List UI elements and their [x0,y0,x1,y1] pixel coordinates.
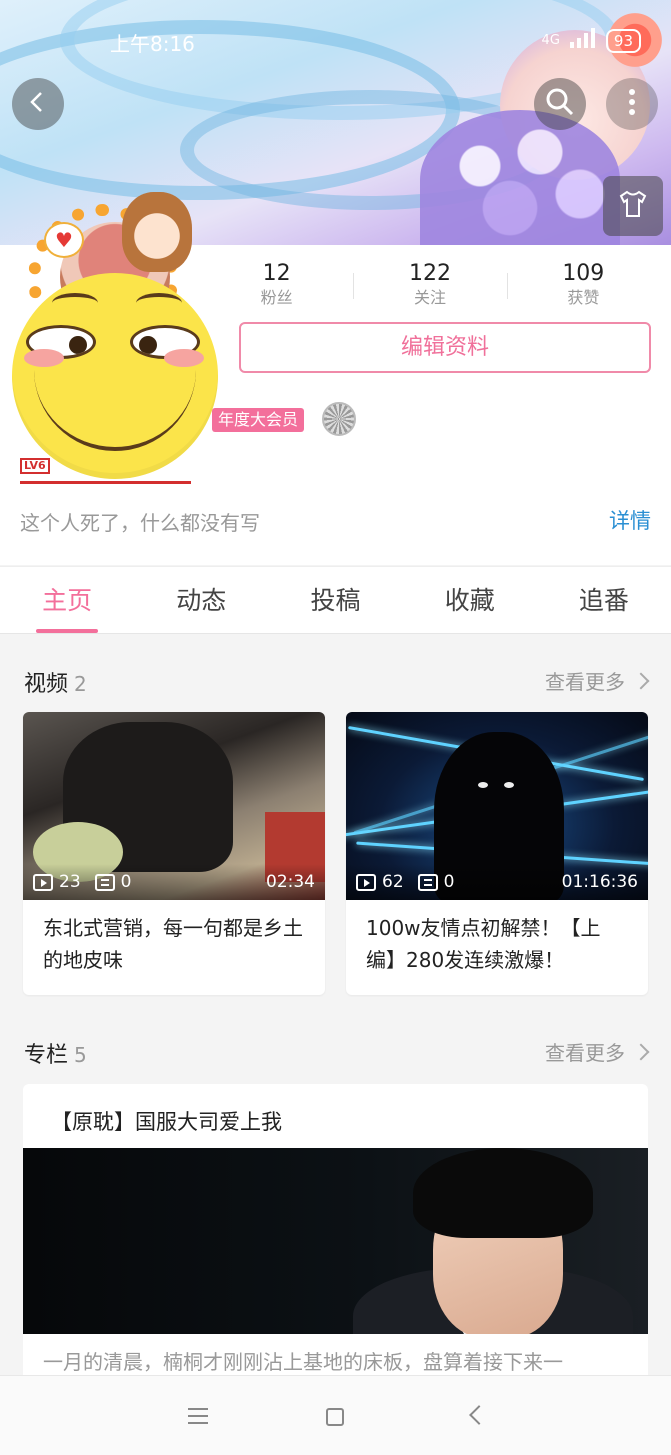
search-icon [545,87,575,121]
stat-label: 粉丝 [260,288,293,307]
profile-tabs: 主页 动态 投稿 收藏 追番 [0,566,671,634]
tab-submissions[interactable]: 投稿 [268,567,402,633]
video-duration: 01:16:36 [561,872,638,892]
chevron-right-icon [632,1043,650,1061]
section-title: 专栏 [24,1043,69,1068]
tab-home[interactable]: 主页 [0,567,134,633]
tshirt-icon [618,190,648,222]
stat-value: 109 [562,261,605,286]
banner-flowers [420,110,620,245]
play-count: 62 [382,872,404,892]
more-label: 查看更多 [545,1041,625,1065]
video-duration: 02:34 [266,872,315,892]
stat-label: 关注 [413,288,446,307]
chevron-right-icon [632,672,650,690]
avatar-pendant [122,192,192,272]
tab-dynamics[interactable]: 动态 [134,567,268,633]
section-count: 5 [74,1043,87,1067]
back-button[interactable] [12,78,64,130]
left-brow [52,293,98,313]
more-button[interactable] [606,78,658,130]
system-nav-bar [0,1375,671,1455]
video-card[interactable]: 62 0 01:16:36 100w友情点初解禁！【上编】280发连续激爆！ [346,712,648,995]
video-card[interactable]: 23 0 02:34 东北式营销，每一句都是乡土的地皮味 [23,712,325,995]
more-label: 查看更多 [545,670,625,694]
video-title[interactable]: 100w友情点初解禁！【上编】280发连续激爆！ [346,900,648,976]
signal-icon [569,28,596,53]
columns-section-header: 专栏 5 查看更多 [24,1037,650,1073]
level-badge: LV6 [20,458,50,474]
search-button[interactable] [534,78,586,130]
stats-row: 12 粉丝 122 关注 109 获赞 [200,261,660,311]
section-count: 2 [74,672,87,696]
network-label: 4G [541,33,560,48]
medal-icon[interactable] [322,402,356,436]
vip-badge[interactable]: 年度大会员 [212,408,305,432]
videos-section-header: 视频 2 查看更多 [24,666,650,702]
videos-more-link[interactable]: 查看更多 [545,666,650,695]
tab-favorites[interactable]: 收藏 [403,567,537,633]
square-home-icon[interactable] [326,1408,344,1426]
video-thumbnail[interactable]: 62 0 01:16:36 [346,712,648,900]
tab-bangumi[interactable]: 追番 [537,567,671,633]
status-bar: 上午8:16 4G 93 [0,24,671,58]
danmaku-icon [417,873,438,891]
stat-value: 122 [408,261,451,286]
video-title[interactable]: 东北式营销，每一句都是乡土的地皮味 [23,900,325,976]
video-meta-bar: 62 0 01:16:36 [346,864,648,900]
status-time: 上午8:16 [110,32,195,56]
mouth [34,361,196,451]
video-meta-bar: 23 0 02:34 [23,864,325,900]
stat-following[interactable]: 122 关注 [353,261,506,311]
column-article-card[interactable]: 【原耽】国服大司爱上我 一月的清晨，楠桐才刚刚沾上基地的床板，盘算着接下来一 [23,1084,648,1384]
play-count: 23 [59,872,81,892]
play-count-icon [33,873,53,891]
emoji-sticker [12,273,218,479]
stat-label: 获赞 [567,288,600,307]
battery-indicator: 93 [605,28,641,53]
columns-more-link[interactable]: 查看更多 [545,1037,650,1066]
danmaku-icon [94,873,115,891]
detail-link[interactable]: 详情 [609,505,651,535]
user-bio: 这个人死了，什么都没有写 [20,511,260,535]
section-title: 视频 [24,672,69,697]
article-title[interactable]: 【原耽】国服大司爱上我 [23,1084,648,1148]
status-icons: 4G 93 [542,28,641,53]
stat-value: 12 [262,261,291,286]
danmaku-count: 0 [443,872,455,892]
stat-likes[interactable]: 109 获赞 [506,261,660,311]
level-underline [20,481,191,484]
menu-icon[interactable] [188,1408,208,1424]
article-cover-image[interactable] [23,1148,648,1334]
article-excerpt: 一月的清晨，楠桐才刚刚沾上基地的床板，盘算着接下来一 [43,1350,563,1374]
right-brow [136,293,182,313]
back-triangle-icon[interactable] [469,1405,489,1425]
stat-fans[interactable]: 12 粉丝 [200,261,353,311]
video-thumbnail[interactable]: 23 0 02:34 [23,712,325,900]
play-count-icon [356,873,376,891]
danmaku-count: 0 [120,872,132,892]
heart-icon: ♥ [44,222,84,258]
chevron-left-icon [26,90,50,118]
edit-profile-button[interactable]: 编辑资料 [239,322,651,373]
more-vertical-icon [628,89,636,119]
theme-button[interactable] [603,176,663,236]
